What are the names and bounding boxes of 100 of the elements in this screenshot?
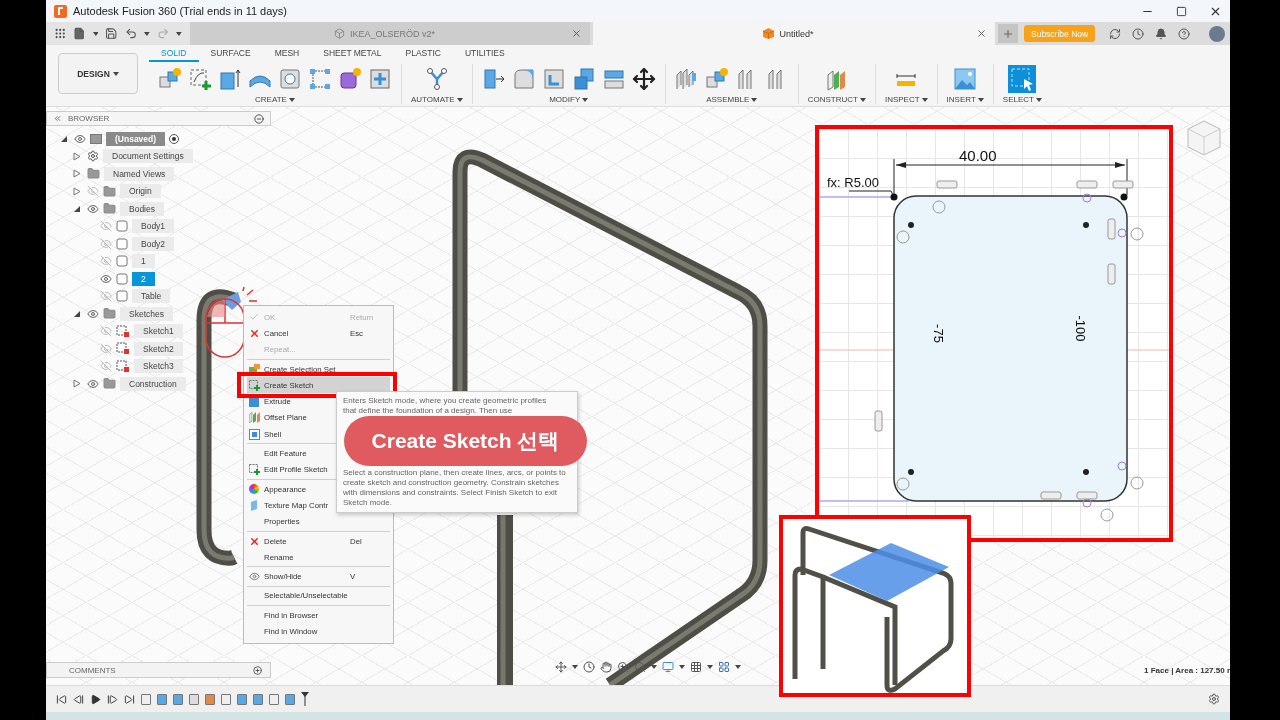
eye-icon[interactable] [87,377,99,390]
cube-star-icon[interactable] [338,67,362,91]
undo-icon[interactable] [124,27,138,40]
help-icon[interactable] [1178,27,1191,40]
play-icon[interactable] [90,693,101,705]
tree-item[interactable]: Named Views [104,166,175,181]
workspace-button[interactable]: DESIGN [58,53,138,94]
cube-star-icon[interactable] [704,67,729,91]
toolbar-group-menu[interactable]: AUTOMATE [411,95,463,104]
timeline-feature[interactable] [157,693,167,705]
last-icon[interactable] [124,693,135,705]
settings-icon[interactable] [1208,693,1220,705]
expand-arrow-icon[interactable] [73,204,81,213]
window-title: Autodesk Fusion 360 (Trial ends in 11 days) [73,5,287,17]
viewports-icon[interactable] [718,661,730,673]
add-icon[interactable] [253,665,262,675]
toolbar-tab[interactable]: UTILITIES [452,47,517,62]
node-grid-icon[interactable] [308,67,332,91]
box-arrow-icon[interactable] [218,67,242,91]
document-tab[interactable]: Untitled* [593,22,995,45]
annotation-label: Create Sketch 선택 [344,416,587,466]
first-icon[interactable] [56,693,67,705]
node-link-icon[interactable] [424,67,449,91]
orbit-icon[interactable] [555,661,567,673]
timeline-feature[interactable] [253,693,263,705]
toolbar-tab[interactable]: SHEET METAL [311,47,394,62]
eye-icon[interactable] [87,202,99,215]
sketch-plus-icon [249,379,260,391]
timeline-feature[interactable] [173,693,183,705]
save-icon[interactable] [105,27,118,40]
plus-icon [1002,27,1014,40]
move-icon[interactable] [631,67,656,91]
toolbar-tab[interactable]: PLASTIC [393,47,453,62]
hole-box-icon[interactable] [278,67,302,91]
cube-star-icon[interactable] [158,67,182,91]
tree-item[interactable]: Sketches [120,306,173,321]
caret-icon [582,97,589,102]
tree-item[interactable]: Body2 [132,236,175,251]
toolbar-tab[interactable]: MESH [262,47,312,62]
stacked-cubes-icon[interactable] [571,67,596,91]
clock-icon[interactable] [1132,27,1145,40]
previous-icon[interactable] [73,693,84,705]
maximize-icon[interactable] [1176,5,1187,17]
search-icon[interactable] [634,661,646,673]
box-arrow-icon[interactable] [481,67,506,91]
timeline-feature[interactable] [285,693,295,705]
toolbar-group-menu[interactable]: ASSEMBLE [706,95,758,104]
timeline-marker[interactable] [301,692,309,706]
joint-icon[interactable] [674,67,699,91]
close-icon[interactable] [976,28,987,39]
expand-arrow-icon[interactable] [60,134,68,143]
toolbar-group-menu[interactable]: CREATE [255,95,295,104]
notification-icon[interactable] [1155,27,1168,40]
box-corner-icon[interactable] [541,67,566,91]
timeline-feature[interactable] [221,693,231,705]
timeline-feature[interactable] [269,693,279,705]
eye-icon[interactable] [74,132,86,145]
rounded-box-icon[interactable] [511,67,536,91]
toolbar-group-menu[interactable]: CONSTRUCT [807,95,866,104]
file-icon[interactable] [73,27,86,40]
tree-item[interactable]: Body1 [132,219,175,234]
avatar[interactable] [1209,25,1226,42]
sync-icon[interactable] [1109,27,1122,40]
toolbar-group-menu[interactable]: SELECT [1002,95,1042,104]
toolbar-group-menu[interactable]: INSPECT [884,95,928,104]
display-icon[interactable] [662,661,674,673]
zoom-icon[interactable] [617,661,629,673]
tree-item[interactable]: 1 [132,254,155,269]
tree-item[interactable]: Sketch1 [134,324,183,339]
tree-item[interactable]: Sketch3 [134,359,183,374]
tree-item[interactable]: Bodies [120,201,164,216]
toolbar-group-menu[interactable]: INSERT [946,95,984,104]
eye-icon[interactable] [87,307,99,320]
timeline-feature[interactable] [189,693,199,705]
pan-icon[interactable] [600,661,612,673]
box-cross-icon[interactable] [368,67,392,91]
select-icon[interactable] [1008,65,1037,93]
tree-item[interactable]: Table [132,289,171,304]
caret-icon [679,665,685,669]
next-icon[interactable] [107,693,118,705]
toolbar-group-menu[interactable]: MODIFY [549,95,589,104]
tree-item[interactable]: Construction [120,376,186,391]
app-logo [54,4,67,18]
cube-icon [763,28,775,39]
image-icon[interactable] [953,67,978,91]
close-icon [249,535,260,547]
timeline-feature[interactable] [237,693,247,705]
grid-icon[interactable] [690,661,702,673]
collapse-icon[interactable] [53,114,62,123]
expand-arrow-icon[interactable] [73,309,81,318]
eye-icon[interactable] [100,272,112,285]
toolbar-tab[interactable]: SURFACE [198,47,263,62]
timeline-feature[interactable] [141,693,151,705]
timeline-feature[interactable] [205,693,215,705]
tree-item[interactable]: Sketch2 [134,341,183,356]
tree-item[interactable]: Document Settings [103,149,193,164]
tree-item[interactable]: Origin [120,184,161,199]
apps-grid-icon[interactable] [54,27,67,40]
sketch-plus-icon[interactable] [188,67,212,91]
layered-slab-icon[interactable] [601,67,626,91]
